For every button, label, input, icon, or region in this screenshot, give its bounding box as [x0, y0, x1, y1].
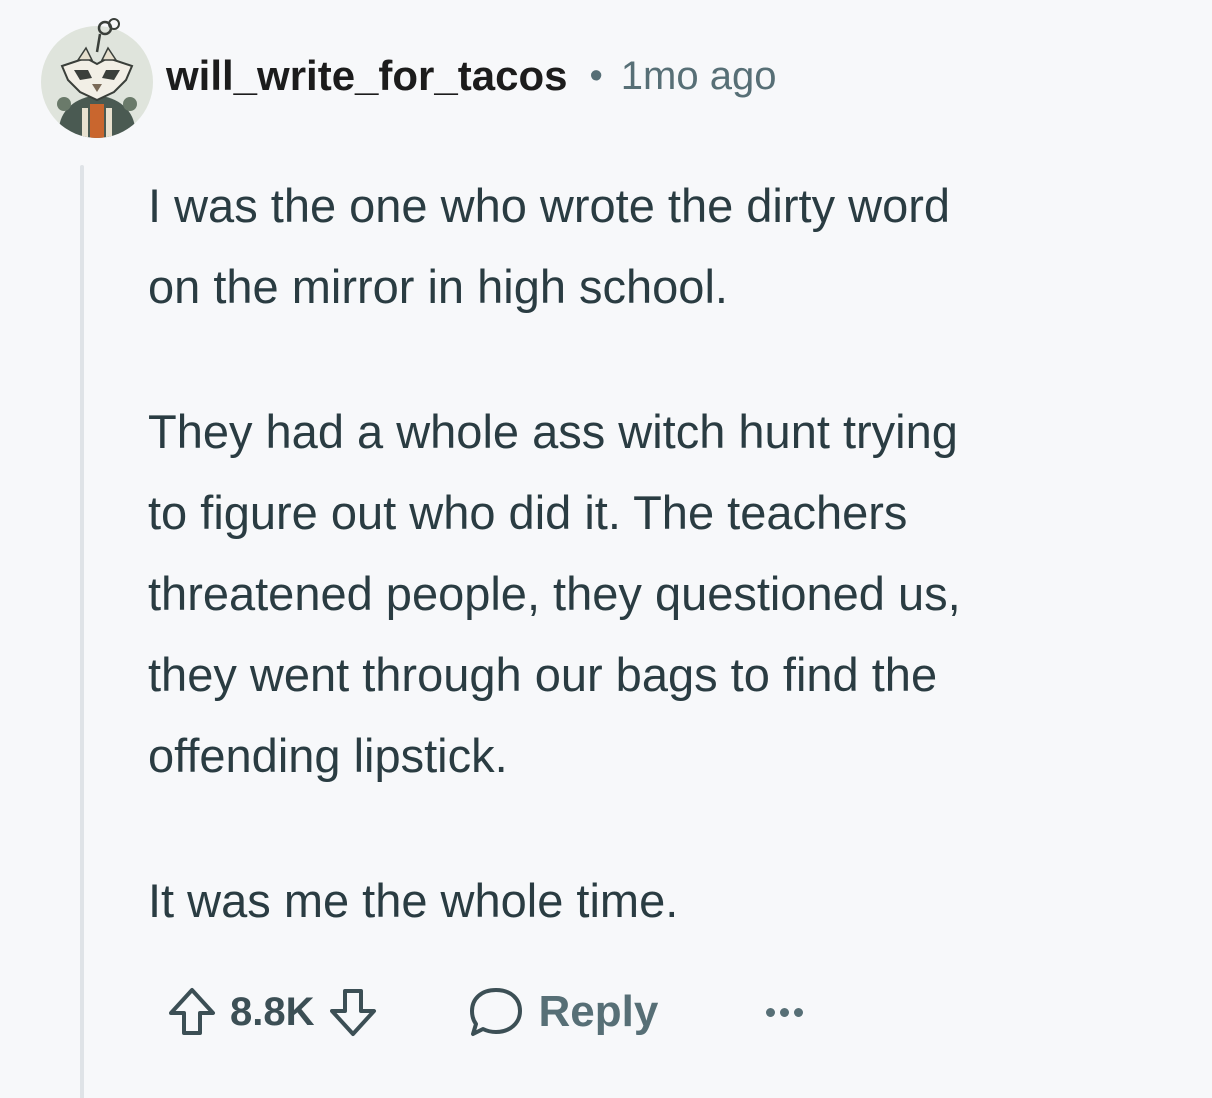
comment-body: I was the one who wrote the dirty word o…: [148, 165, 1188, 941]
upvote-arrow-icon: [169, 988, 215, 1035]
snoo-avatar-icon: [41, 18, 153, 138]
comment-paragraph: They had a whole ass witch hunt trying t…: [148, 405, 961, 782]
speech-bubble-icon: [469, 988, 522, 1036]
ellipsis-icon: [780, 1007, 790, 1017]
vote-score: 8.8K: [230, 989, 315, 1034]
downvote-button[interactable]: [321, 980, 385, 1044]
reply-button[interactable]: Reply: [467, 984, 659, 1040]
comment-paragraph: I was the one who wrote the dirty word o…: [148, 179, 951, 313]
comment-actions: 8.8K Reply: [160, 980, 804, 1044]
meta-separator: •: [589, 54, 603, 97]
comment-header: will_write_for_tacos • 1mo ago: [166, 48, 776, 104]
thread-line[interactable]: [80, 165, 84, 1098]
upvote-button[interactable]: [160, 980, 224, 1044]
comment-timestamp[interactable]: 1mo ago: [621, 54, 777, 99]
downvote-arrow-icon: [329, 989, 376, 1036]
author-username[interactable]: will_write_for_tacos: [166, 52, 567, 100]
comment: will_write_for_tacos • 1mo ago I was the…: [0, 0, 1212, 1098]
comment-paragraph: It was me the whole time.: [148, 874, 679, 927]
more-options-button[interactable]: [766, 980, 804, 1044]
reply-label: Reply: [538, 987, 659, 1036]
ellipsis-icon: [766, 1007, 776, 1017]
user-avatar[interactable]: [34, 12, 160, 138]
ellipsis-icon: [794, 1007, 804, 1017]
